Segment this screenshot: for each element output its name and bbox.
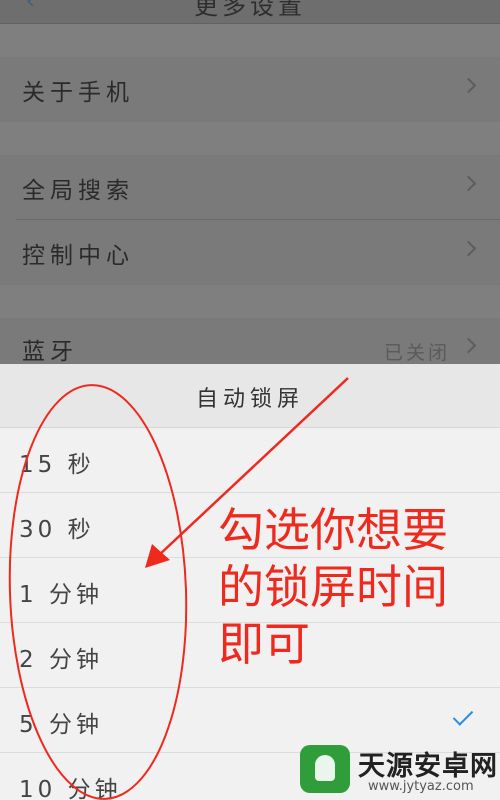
settings-group-features: 全局搜索 控制中心	[0, 155, 500, 285]
row-label: 全局搜索	[22, 178, 134, 204]
settings-row-control-center[interactable]: 控制中心	[0, 220, 500, 285]
chevron-right-icon	[460, 240, 477, 257]
row-label: 关于手机	[22, 80, 134, 106]
navigation-bar: ‹ 更多设置	[0, 0, 500, 24]
row-label: 蓝牙	[22, 339, 78, 365]
watermark-logo-icon	[300, 745, 350, 793]
option-label: 10 分钟	[19, 777, 122, 800]
chevron-right-icon	[460, 337, 477, 354]
page-title: 更多设置	[194, 0, 306, 20]
option-label: 2 分钟	[19, 647, 103, 673]
option-label: 15 秒	[19, 452, 95, 478]
android-robot-icon	[315, 755, 335, 781]
option-15-seconds[interactable]: 15 秒	[0, 428, 500, 493]
settings-row-about-phone[interactable]: 关于手机	[0, 57, 500, 122]
checkmark-icon	[452, 705, 474, 726]
option-label: 1 分钟	[19, 582, 103, 608]
row-label: 控制中心	[22, 243, 134, 269]
chevron-right-icon	[460, 175, 477, 192]
bluetooth-status-value: 已关闭	[383, 342, 450, 364]
settings-group-connectivity: 蓝牙 已关闭	[0, 318, 500, 366]
settings-group-about: 关于手机	[0, 57, 500, 122]
sheet-header: 自动锁屏	[0, 364, 500, 428]
option-label: 30 秒	[19, 517, 95, 543]
sheet-title: 自动锁屏	[195, 387, 304, 412]
chevron-right-icon	[460, 77, 477, 94]
option-label: 5 分钟	[19, 712, 103, 738]
settings-row-global-search[interactable]: 全局搜索	[0, 155, 500, 220]
back-chevron-icon[interactable]: ‹	[26, 0, 35, 13]
watermark-url: www.jytyaz.com	[368, 779, 474, 794]
watermark-site-name: 天源安卓网	[358, 751, 498, 782]
annotation-note: 勾选你想要的锁屏时间即可	[218, 503, 448, 671]
